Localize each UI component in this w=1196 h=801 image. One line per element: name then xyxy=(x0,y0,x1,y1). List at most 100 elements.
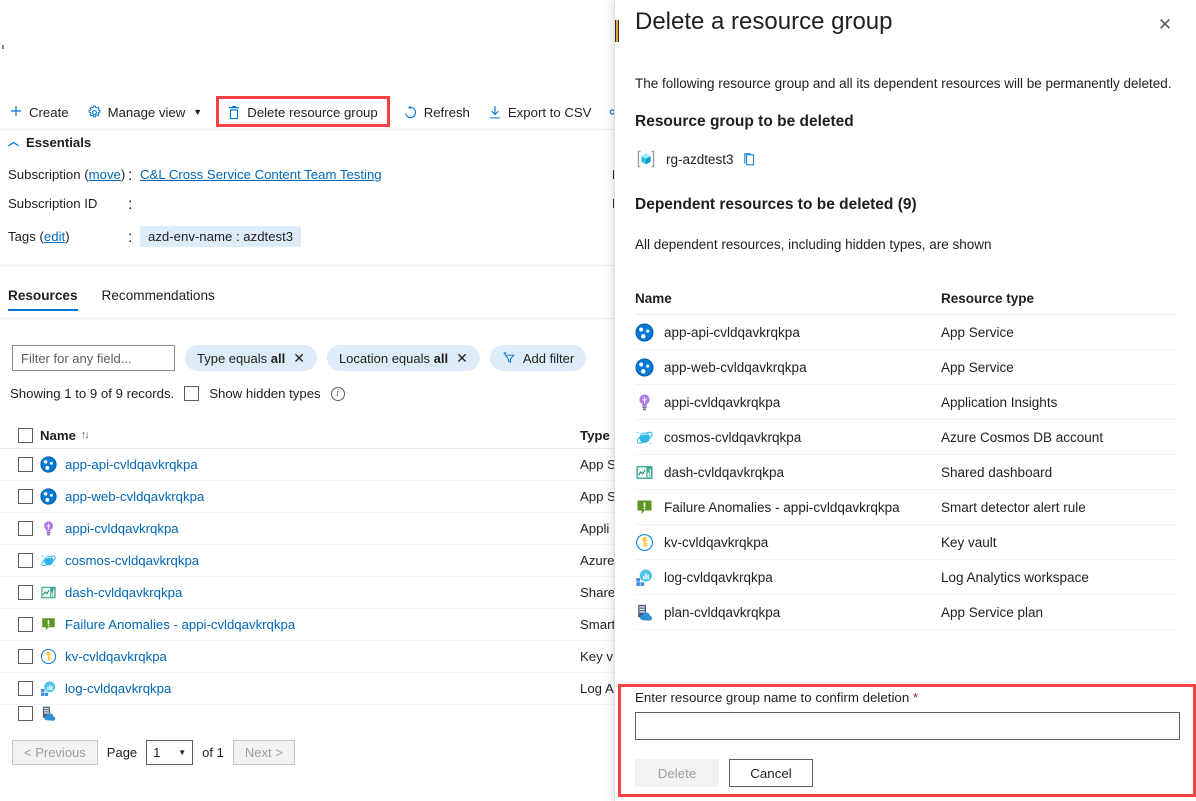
previous-page-button[interactable]: < Previous xyxy=(12,740,98,765)
app-service-icon xyxy=(635,357,654,377)
close-icon[interactable]: ✕ xyxy=(293,351,305,365)
required-marker: * xyxy=(912,690,919,705)
export-to-csv-button[interactable]: Export to CSV xyxy=(479,97,601,127)
dependent-resource-type: App Service xyxy=(941,359,1014,375)
confirm-label-text: Enter resource group name to confirm del… xyxy=(635,690,910,705)
row-checkbox[interactable] xyxy=(18,521,33,536)
list-item: log-cvldqavkrqkpa Log Analytics workspace xyxy=(635,560,1177,595)
panel-column-header-name: Name xyxy=(635,291,672,306)
row-checkbox[interactable] xyxy=(18,681,33,696)
subscription-value-link[interactable]: C&L Cross Service Content Team Testing xyxy=(140,167,382,182)
refresh-icon xyxy=(403,105,418,120)
dependent-resource-type: Azure Cosmos DB account xyxy=(941,429,1104,445)
confirm-resource-group-name-input[interactable] xyxy=(635,712,1180,740)
add-filter-icon xyxy=(502,351,517,365)
resource-name-link[interactable]: dash-cvldqavkrqkpa xyxy=(65,585,182,600)
table-row[interactable]: app-api-cvldqavkrqkpa App S xyxy=(0,449,620,481)
dependent-resource-type: Application Insights xyxy=(941,394,1058,410)
smart-detector-icon xyxy=(40,616,57,633)
log-analytics-icon xyxy=(635,568,654,587)
close-icon[interactable]: ✕ xyxy=(1152,12,1178,38)
add-filter-label: Add filter xyxy=(522,350,575,366)
row-checkbox[interactable] xyxy=(18,553,33,568)
page-select[interactable]: 1 ▼ xyxy=(146,740,194,765)
list-item: plan-cvldqavkrqkpa App Service plan xyxy=(635,595,1177,630)
tags-edit-link[interactable]: edit xyxy=(44,229,65,244)
show-hidden-types-checkbox[interactable] xyxy=(184,386,200,401)
filter-pill-type[interactable]: Type equals all ✕ xyxy=(185,345,317,371)
resource-name-link[interactable]: log-cvldqavkrqkpa xyxy=(65,681,171,696)
row-checkbox[interactable] xyxy=(18,489,33,504)
sort-icon[interactable]: ↑↓ xyxy=(81,429,90,441)
info-icon[interactable]: i xyxy=(330,386,345,401)
tab-resources[interactable]: Resources xyxy=(8,288,78,311)
row-checkbox[interactable] xyxy=(18,457,33,472)
resource-name-link[interactable]: app-api-cvldqavkrqkpa xyxy=(65,457,198,472)
cancel-button[interactable]: Cancel xyxy=(729,759,813,787)
select-all-checkbox[interactable] xyxy=(18,427,33,443)
table-row[interactable]: cosmos-cvldqavkrqkpa Azure xyxy=(0,545,620,577)
dependents-table-header: Name Resource type xyxy=(635,283,1177,315)
manage-view-button[interactable]: Manage view ▼ xyxy=(78,97,212,127)
create-button[interactable]: Create xyxy=(0,97,78,127)
filter-row: Type equals all ✕ Location equals all ✕ … xyxy=(12,345,587,371)
resource-name-link[interactable]: Failure Anomalies - appi-cvldqavkrqkpa xyxy=(65,617,295,632)
download-icon xyxy=(488,105,502,120)
resource-group-blade: Create Manage view ▼ Delete resource gro… xyxy=(0,0,620,801)
manage-view-label: Manage view xyxy=(107,104,186,120)
table-row[interactable]: dash-cvldqavkrqkpa Share xyxy=(0,577,620,609)
key-vault-icon xyxy=(40,648,57,665)
chevron-down-icon: ▼ xyxy=(178,748,187,757)
next-page-button[interactable]: Next > xyxy=(232,740,295,765)
close-icon[interactable]: ✕ xyxy=(456,351,468,365)
copy-icon[interactable] xyxy=(743,151,758,167)
table-row[interactable]: Failure Anomalies - appi-cvldqavkrqkpa Sm… xyxy=(0,609,620,641)
table-row[interactable]: log-cvldqavkrqkpa Log A xyxy=(0,673,620,705)
filter-pill-type-prefix: Type equals xyxy=(197,350,268,366)
dependent-resource-name: dash-cvldqavkrqkpa xyxy=(664,464,785,480)
refresh-button[interactable]: Refresh xyxy=(394,97,479,127)
shared-dashboard-icon xyxy=(635,463,654,482)
essentials-toggle[interactable]: ︿ Essentials xyxy=(8,134,91,150)
showing-row: Showing 1 to 9 of 9 records. Show hidden… xyxy=(10,386,345,401)
delete-button[interactable]: Delete xyxy=(635,759,719,787)
app-service-icon xyxy=(635,322,654,342)
chevron-down-icon: ▼ xyxy=(193,107,203,117)
row-checkbox[interactable] xyxy=(18,617,33,632)
filter-pill-location[interactable]: Location equals all ✕ xyxy=(326,345,480,371)
app-service-plan-icon xyxy=(40,705,57,721)
app-service-icon xyxy=(40,488,57,505)
subscription-id-row: Subscription ID xyxy=(8,196,97,211)
plus-icon xyxy=(9,105,23,119)
resource-name-link[interactable]: appi-cvldqavkrqkpa xyxy=(65,521,179,536)
row-checkbox[interactable] xyxy=(18,585,33,600)
tag-pill[interactable]: azd-env-name : azdtest3 xyxy=(140,226,302,247)
row-checkbox[interactable] xyxy=(18,649,33,664)
panel-title: Delete a resource group xyxy=(635,8,893,35)
application-insights-icon xyxy=(40,520,57,537)
add-filter-button[interactable]: Add filter xyxy=(489,345,587,371)
delete-resource-group-button[interactable]: Delete resource group xyxy=(218,97,386,127)
filter-input[interactable] xyxy=(12,345,175,371)
row-checkbox[interactable] xyxy=(18,705,33,721)
dependent-resource-name: plan-cvldqavkrqkpa xyxy=(664,604,781,620)
subscription-id-label: Subscription ID xyxy=(8,196,98,211)
list-item: appi-cvldqavkrqkpa Application Insights xyxy=(635,385,1177,420)
show-hidden-types-label: Show hidden types xyxy=(209,386,321,401)
table-row[interactable]: kv-cvldqavkrqkpa Key v xyxy=(0,641,620,673)
tab-recommendations[interactable]: Recommendations xyxy=(102,288,215,311)
shared-dashboard-icon xyxy=(40,584,57,601)
resource-name-link[interactable]: kv-cvldqavkrqkpa xyxy=(65,649,167,664)
table-row-partial[interactable] xyxy=(0,705,620,721)
list-item: dash-cvldqavkrqkpa Shared dashboard xyxy=(635,455,1177,490)
resource-name-link[interactable]: app-web-cvldqavkrqkpa xyxy=(65,489,204,504)
tags-colon: : xyxy=(128,229,133,246)
table-row[interactable]: app-web-cvldqavkrqkpa App S xyxy=(0,481,620,513)
column-header-name[interactable]: Name xyxy=(40,428,76,443)
resource-name-link[interactable]: cosmos-cvldqavkrqkpa xyxy=(65,553,199,568)
list-item: kv-cvldqavkrqkpa Key vault xyxy=(635,525,1177,560)
table-row[interactable]: appi-cvldqavkrqkpa Appli xyxy=(0,513,620,545)
dependent-resource-name: log-cvldqavkrqkpa xyxy=(664,569,773,585)
subscription-move-link[interactable]: move xyxy=(89,167,121,182)
log-analytics-icon xyxy=(40,680,57,697)
